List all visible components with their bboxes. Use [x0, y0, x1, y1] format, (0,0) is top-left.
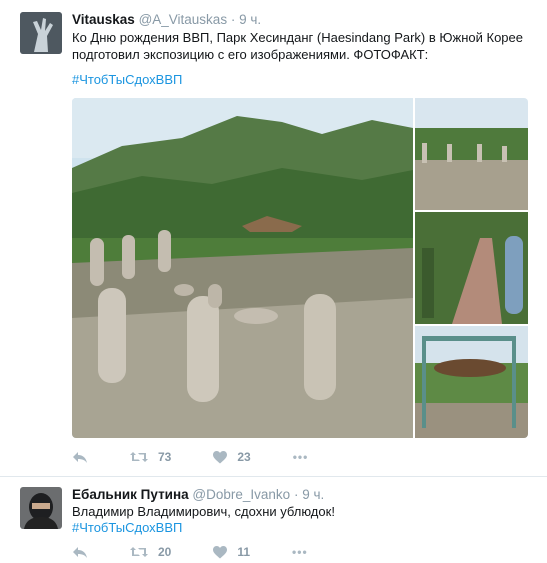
separator-dot: · — [230, 12, 236, 27]
reply-icon — [73, 547, 87, 558]
heart-icon — [213, 545, 228, 558]
photo-side-bottom[interactable] — [415, 326, 528, 438]
tweet-actions: 73 23 ••• — [72, 450, 350, 464]
retweet-button[interactable]: 73 — [130, 450, 171, 464]
hashtag-link[interactable]: #ЧтобТыСдохВВП — [72, 520, 532, 537]
retweet-icon — [130, 452, 148, 462]
avatar[interactable] — [20, 487, 62, 529]
like-count: 11 — [237, 545, 251, 559]
heart-icon — [213, 450, 228, 463]
photo-side-middle[interactable] — [415, 212, 528, 324]
timestamp[interactable]: 9 ч. — [239, 12, 261, 27]
photo-side-top[interactable] — [415, 98, 528, 210]
tweet-header: Ебальник Путина @Dobre_Ivanko · 9 ч. — [72, 487, 324, 502]
hashtag-link[interactable]: #ЧтобТыСдохВВП — [72, 72, 532, 89]
tweet-header: Vitauskas @A_Vitauskas · 9 ч. — [72, 12, 261, 27]
tweet-text: Владимир Владимирович, сдохни ублюдок! — [72, 504, 335, 519]
media-grid[interactable] — [72, 98, 528, 438]
like-button[interactable]: 23 — [213, 450, 251, 464]
like-button[interactable]: 11 — [213, 545, 250, 559]
retweet-icon — [130, 547, 148, 557]
avatar[interactable] — [20, 12, 62, 54]
tweet-actions: 20 11 ••• — [72, 545, 350, 559]
author-name[interactable]: Ебальник Путина — [72, 487, 189, 502]
timestamp[interactable]: 9 ч. — [302, 487, 324, 502]
retweet-count: 20 — [158, 545, 172, 559]
tweet-text: Ко Дню рождения ВВП, Парк Хесинданг (Hae… — [72, 30, 524, 62]
reply-button[interactable] — [72, 450, 88, 464]
more-icon: ••• — [292, 545, 308, 559]
reply-icon — [73, 452, 87, 463]
photo-main[interactable] — [72, 98, 413, 438]
more-button[interactable]: ••• — [292, 545, 308, 559]
retweet-button[interactable]: 20 — [130, 545, 171, 559]
author-handle[interactable]: @Dobre_Ivanko — [192, 487, 290, 502]
tweet-1[interactable]: Vitauskas @A_Vitauskas · 9 ч. Ко Дню рож… — [0, 0, 547, 477]
author-handle[interactable]: @A_Vitauskas — [139, 12, 228, 27]
retweet-count: 73 — [158, 450, 172, 464]
more-button[interactable]: ••• — [293, 450, 309, 464]
like-count: 23 — [237, 450, 251, 464]
more-icon: ••• — [292, 450, 309, 464]
separator-dot: · — [293, 487, 299, 502]
reply-button[interactable] — [72, 545, 88, 559]
tweet-2[interactable]: Ебальник Путина @Dobre_Ivanko · 9 ч. Вла… — [0, 477, 547, 563]
author-name[interactable]: Vitauskas — [72, 12, 135, 27]
